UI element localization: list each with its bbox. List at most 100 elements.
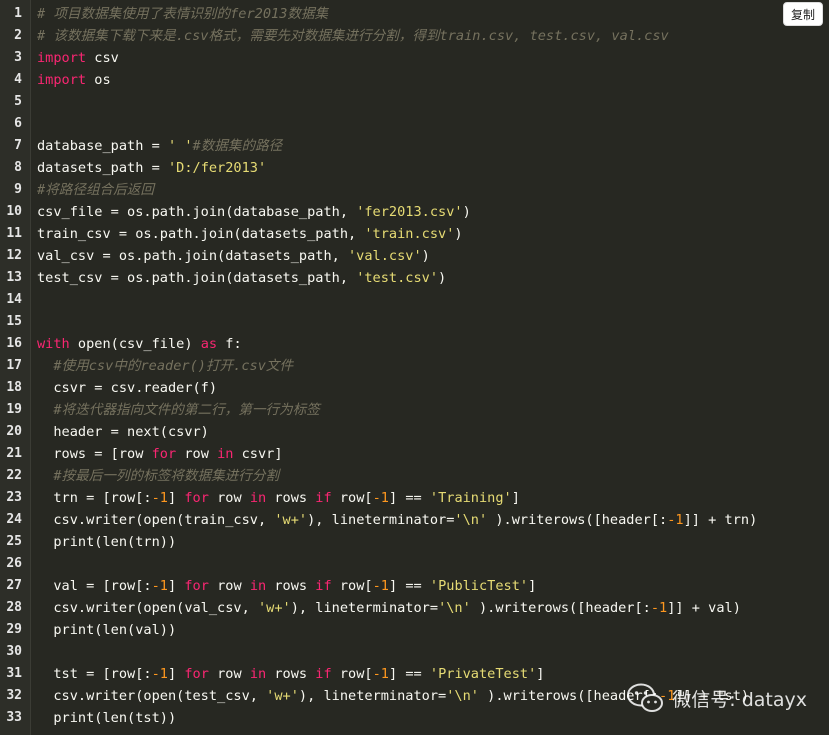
code-token: for	[184, 666, 209, 682]
code-line[interactable]: 20 header = next(csvr)	[0, 421, 829, 443]
code-token: as	[200, 336, 218, 352]
code-token: 'Training'	[429, 490, 512, 506]
line-number: 27	[6, 578, 22, 593]
line-number: 20	[6, 424, 22, 439]
code-line[interactable]: 19 #将迭代器指向文件的第二行，第一行为标签	[0, 399, 829, 421]
code-token: val = [row[:	[37, 578, 152, 594]
code-token: csv	[86, 50, 119, 66]
code-token: rows = [row	[37, 446, 152, 462]
code-token: if	[315, 666, 332, 682]
code-token: '\n'	[438, 600, 471, 616]
wechat-icon	[627, 683, 664, 712]
code-line[interactable]: 3 import csv	[0, 47, 829, 69]
code-token: ), lineterminator=	[290, 600, 439, 616]
line-number: 30	[6, 644, 22, 659]
copy-button[interactable]: 复制	[782, 2, 823, 26]
code-line[interactable]: 6	[0, 113, 829, 135]
code-token: 'PrivateTest'	[429, 666, 537, 682]
code-token: import	[37, 50, 87, 66]
code-line[interactable]: 30	[0, 641, 829, 663]
code-editor[interactable]: 1 # 项目数据集使用了表情识别的fer2013数据集 2 # 该数据集下载下来是.c…	[0, 0, 829, 735]
code-line[interactable]: 22 #按最后一列的标签将数据集进行分割	[0, 465, 829, 487]
code-line[interactable]: 10 csv_file = os.path.join(database_path,…	[0, 201, 829, 223]
code-line[interactable]: 17 #使用csv中的reader()打开.csv文件	[0, 355, 829, 377]
code-line[interactable]: 2 # 该数据集下载下来是.csv格式，需要先对数据集进行分割，得到train.c…	[0, 25, 829, 47]
code-text: #将路径组合后返回	[37, 179, 154, 201]
code-line[interactable]: 9 #将路径组合后返回	[0, 179, 829, 201]
code-line[interactable]: 5	[0, 91, 829, 113]
code-token: os	[86, 72, 111, 88]
code-line[interactable]: 14	[0, 289, 829, 311]
code-text: #使用csv中的reader()打开.csv文件	[37, 355, 293, 377]
code-token: -1	[372, 490, 389, 506]
code-text: test_csv = os.path.join(datasets_path, '…	[37, 267, 446, 289]
code-text: csvr = csv.reader(f)	[37, 377, 217, 399]
code-text: print(len(val))	[37, 619, 176, 641]
line-number: 16	[6, 336, 22, 351]
code-line[interactable]: 7 database_path = ' '#数据集的路径	[0, 135, 829, 157]
code-token: in	[217, 446, 234, 462]
code-text: csv_file = os.path.join(database_path, '…	[37, 201, 471, 223]
code-token: database_path =	[37, 138, 168, 154]
code-text: database_path = ' '#数据集的路径	[37, 135, 282, 157]
code-text: datasets_path = 'D:/fer2013'	[37, 157, 266, 179]
code-text: #按最后一列的标签将数据集进行分割	[37, 465, 279, 487]
code-token: row	[208, 490, 250, 506]
code-token: rows	[266, 666, 316, 682]
code-token: datasets_path =	[37, 160, 168, 176]
code-line[interactable]: 12 val_csv = os.path.join(datasets_path, …	[0, 245, 829, 267]
code-line[interactable]: 11 train_csv = os.path.join(datasets_path…	[0, 223, 829, 245]
code-token: -1	[151, 490, 168, 506]
code-line[interactable]: 8 datasets_path = 'D:/fer2013'	[0, 157, 829, 179]
code-token: row[	[331, 490, 373, 506]
code-line[interactable]: 13 test_csv = os.path.join(datasets_path,…	[0, 267, 829, 289]
code-line[interactable]: 31 tst = [row[:-1] for row in rows if ro…	[0, 663, 829, 685]
code-token: in	[249, 490, 267, 506]
code-text: csv.writer(open(val_csv, 'w+'), lineterm…	[37, 597, 741, 619]
code-line[interactable]: 29 print(len(val))	[0, 619, 829, 641]
code-line[interactable]: 26	[0, 553, 829, 575]
line-number: 12	[6, 248, 22, 263]
code-line[interactable]: 23 trn = [row[:-1] for row in rows if ro…	[0, 487, 829, 509]
line-number: 21	[6, 446, 22, 461]
code-token: # 项目数据集使用了表情识别的fer2013数据集	[37, 6, 329, 22]
code-token: 'w+'	[266, 688, 299, 704]
code-token: ]	[167, 490, 185, 506]
code-token: open(csv_file)	[69, 336, 201, 352]
code-token: 'test.csv'	[356, 270, 439, 286]
code-line[interactable]: 18 csvr = csv.reader(f)	[0, 377, 829, 399]
code-token: ), lineterminator=	[298, 688, 447, 704]
code-line[interactable]: 16 with open(csv_file) as f:	[0, 333, 829, 355]
code-lines[interactable]: 1 # 项目数据集使用了表情识别的fer2013数据集 2 # 该数据集下载下来是.c…	[0, 3, 829, 729]
line-number: 9	[14, 182, 22, 197]
code-token: if	[315, 490, 332, 506]
line-number: 3	[14, 50, 22, 65]
code-token: ' '	[167, 138, 193, 154]
code-token: ]	[167, 666, 185, 682]
code-line[interactable]: 1 # 项目数据集使用了表情识别的fer2013数据集	[0, 3, 829, 25]
code-line[interactable]: 28 csv.writer(open(val_csv, 'w+'), linet…	[0, 597, 829, 619]
code-line[interactable]: 25 print(len(trn))	[0, 531, 829, 553]
code-text: #将迭代器指向文件的第二行，第一行为标签	[37, 399, 319, 421]
line-number: 7	[14, 138, 22, 153]
line-number: 28	[6, 600, 22, 615]
code-token: )	[438, 270, 447, 286]
code-token: for	[151, 446, 177, 462]
code-token: tst = [row[:	[37, 666, 152, 682]
code-token: )	[421, 248, 430, 264]
line-number: 26	[6, 556, 22, 571]
code-line[interactable]: 27 val = [row[:-1] for row in rows if ro…	[0, 575, 829, 597]
code-line[interactable]: 24 csv.writer(open(train_csv, 'w+'), lin…	[0, 509, 829, 531]
code-token: csvr]	[233, 446, 283, 462]
code-line[interactable]: 4 import os	[0, 69, 829, 91]
code-token: in	[249, 666, 267, 682]
code-line[interactable]: 21 rows = [row for row in csvr]	[0, 443, 829, 465]
code-text: tst = [row[:-1] for row in rows if row[-…	[37, 663, 544, 685]
code-token: row	[208, 578, 250, 594]
code-token: ), lineterminator=	[307, 512, 455, 528]
code-line[interactable]: 15	[0, 311, 829, 333]
code-text: # 该数据集下载下来是.csv格式，需要先对数据集进行分割，得到train.cs…	[37, 25, 669, 47]
code-token: )	[462, 204, 471, 220]
